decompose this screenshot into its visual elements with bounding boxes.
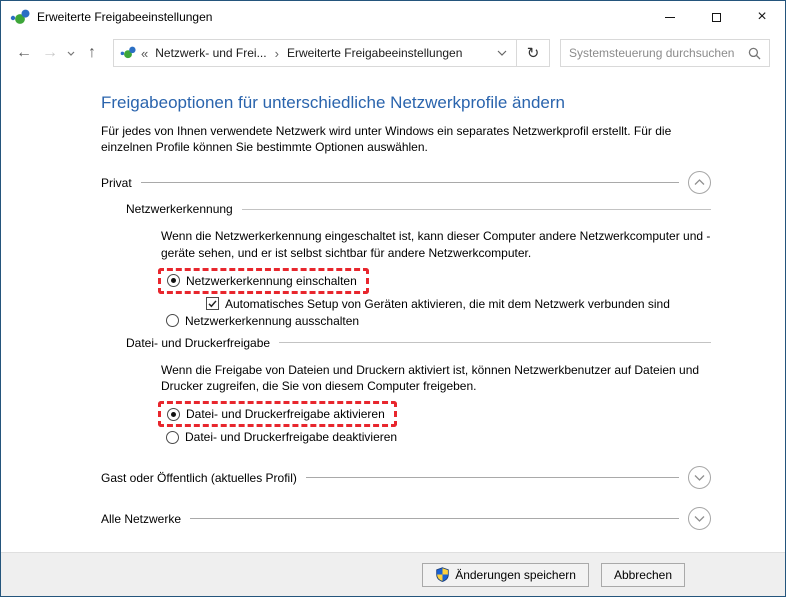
checkbox-auto-setup[interactable] — [206, 297, 219, 311]
cancel-label: Abbrechen — [613, 567, 672, 582]
main-content: Freigabeoptionen für unterschiedliche Ne… — [1, 73, 785, 552]
radio-network-discovery-on[interactable] — [167, 274, 180, 288]
radio-file-sharing-on-label[interactable]: Datei- und Druckerfreigabe aktivieren — [186, 407, 385, 421]
divider — [190, 518, 679, 520]
title-bar: Erweiterte Freigabeeinstellungen × — [1, 1, 785, 33]
chevron-up-icon — [694, 179, 705, 186]
expand-guest-public-button[interactable] — [688, 466, 711, 490]
check-icon — [208, 300, 217, 308]
divider — [140, 182, 679, 184]
save-changes-button[interactable]: Änderungen speichern — [422, 562, 589, 587]
search-icon — [748, 47, 761, 59]
network-discovery-description: Wenn die Netzwerkerkennung eingeschaltet… — [161, 229, 711, 260]
sharing-breadcrumb-icon — [120, 46, 136, 59]
section-all-networks-label: Alle Netzwerke — [101, 511, 182, 526]
chevron-down-icon — [694, 475, 705, 482]
window-title: Erweiterte Freigabeeinstellungen — [37, 10, 213, 24]
radio-file-sharing-on[interactable] — [167, 407, 180, 421]
collapse-privat-button[interactable] — [688, 171, 711, 195]
file-printer-sharing-label: Datei- und Druckerfreigabe — [126, 335, 271, 350]
option-network-discovery-off: Netzwerkerkennung ausschalten — [166, 314, 711, 328]
divider — [241, 208, 711, 210]
radio-network-discovery-on-label[interactable]: Netzwerkerkennung einschalten — [186, 274, 357, 288]
breadcrumb: « Netzwerk- und Frei... › Erweiterte Fre… — [114, 40, 488, 66]
network-discovery-label: Netzwerkerkennung — [126, 202, 233, 217]
window-controls: × — [647, 1, 785, 33]
intro-text: Für jedes von Ihnen verwendete Netzwerk … — [101, 124, 672, 155]
radio-network-discovery-off[interactable] — [166, 314, 179, 328]
breadcrumb-item-network[interactable]: Netzwerk- und Frei... — [155, 46, 266, 60]
minimize-button[interactable] — [647, 1, 693, 33]
section-guest-public-label: Gast oder Öffentlich (aktuelles Profil) — [101, 470, 297, 485]
navigation-toolbar: ← → ↑ « Netzwerk- und Frei... › Erweiter… — [1, 33, 785, 73]
section-privat: Privat — [101, 171, 711, 195]
refresh-icon[interactable]: ↻ — [516, 40, 549, 66]
red-dashed-highlight-network-discovery: Netzwerkerkennung einschalten — [158, 267, 369, 294]
uac-shield-icon — [436, 567, 449, 582]
checkbox-auto-setup-label[interactable]: Automatisches Setup von Geräten aktivier… — [225, 297, 670, 311]
page-title: Freigabeoptionen für unterschiedliche Ne… — [101, 93, 565, 112]
chevron-down-icon — [694, 516, 705, 523]
address-dropdown-icon[interactable] — [488, 40, 516, 66]
forward-icon: → — [42, 44, 58, 61]
option-file-sharing-off: Datei- und Druckerfreigabe deaktivieren — [166, 430, 711, 444]
file-printer-sharing-description: Wenn die Freigabe von Dateien und Drucke… — [161, 362, 700, 393]
subsection-network-discovery: Netzwerkerkennung — [126, 202, 711, 216]
radio-file-sharing-off-label[interactable]: Datei- und Druckerfreigabe deaktivieren — [185, 430, 397, 444]
subsection-file-printer-sharing: Datei- und Druckerfreigabe — [126, 336, 711, 350]
expand-all-networks-button[interactable] — [688, 507, 711, 531]
back-icon[interactable]: ← — [11, 45, 37, 61]
breadcrumb-overflow-icon[interactable]: « — [141, 46, 148, 61]
cancel-button[interactable]: Abbrechen — [600, 562, 685, 587]
save-changes-label: Änderungen speichern — [455, 567, 576, 582]
section-all-networks: Alle Netzwerke — [101, 507, 711, 531]
section-guest-public: Gast oder Öffentlich (aktuelles Profil) — [101, 466, 711, 490]
close-button[interactable]: × — [739, 1, 785, 33]
search-input[interactable] — [569, 46, 744, 60]
footer-bar: Änderungen speichern Abbrechen — [1, 552, 785, 596]
red-dashed-highlight-file-sharing: Datei- und Druckerfreigabe aktivieren — [158, 401, 397, 428]
nav-arrows: ← → ↑ — [11, 45, 105, 61]
radio-network-discovery-off-label[interactable]: Netzwerkerkennung ausschalten — [185, 314, 359, 328]
history-chevron-icon[interactable] — [63, 51, 79, 56]
sharing-app-icon — [10, 9, 30, 24]
breadcrumb-separator-icon: › — [274, 45, 279, 61]
address-bar[interactable]: « Netzwerk- und Frei... › Erweiterte Fre… — [113, 39, 550, 67]
divider — [305, 477, 679, 479]
maximize-button[interactable] — [693, 1, 739, 33]
option-auto-setup: Automatisches Setup von Geräten aktivier… — [206, 297, 711, 311]
up-icon[interactable]: ↑ — [79, 45, 105, 61]
radio-file-sharing-off[interactable] — [166, 430, 179, 444]
search-box[interactable] — [560, 39, 770, 67]
divider — [279, 342, 711, 344]
breadcrumb-item-advanced-sharing[interactable]: Erweiterte Freigabeeinstellungen — [287, 46, 462, 60]
app-window: Erweiterte Freigabeeinstellungen × ← → ↑ — [0, 0, 786, 597]
section-privat-label: Privat — [101, 175, 132, 190]
